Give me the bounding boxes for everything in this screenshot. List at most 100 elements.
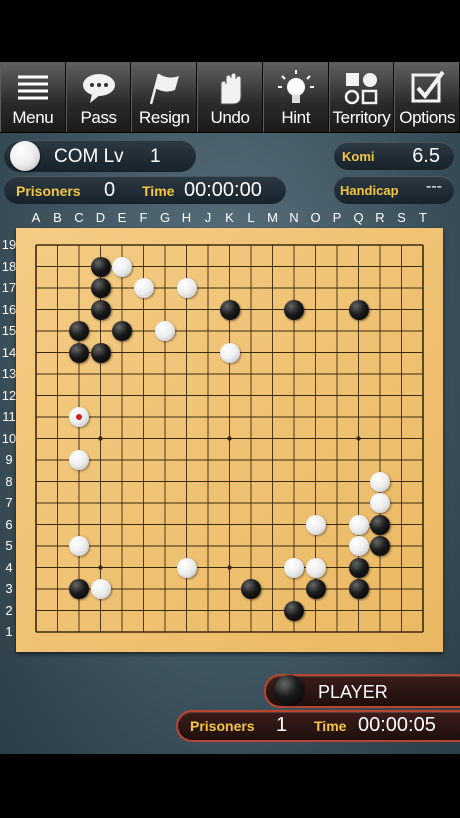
column-label: G (159, 210, 171, 225)
column-label: R (375, 210, 385, 225)
resign-label: Resign (139, 108, 190, 127)
black-stone (69, 342, 89, 363)
black-stone (241, 579, 261, 599)
row-label: 12 (1, 387, 17, 403)
star-point (98, 565, 103, 570)
column-label: N (289, 210, 299, 225)
handicap-value: --- (426, 178, 442, 195)
territory-icon (345, 73, 378, 105)
column-label: H (181, 210, 192, 225)
black-stone (90, 256, 111, 277)
options-button[interactable]: Options (394, 62, 460, 132)
black-stone (90, 342, 111, 363)
star-point (227, 565, 232, 570)
row-label: 17 (1, 280, 17, 295)
resign-button[interactable]: Resign (131, 62, 198, 132)
game-screen: Menu Pass Resign Undo Hint Territory Options C… (0, 62, 460, 754)
black-stone (348, 557, 369, 578)
black-stone (348, 299, 369, 320)
com-time-label: Time (142, 183, 175, 199)
black-stone (370, 514, 390, 535)
row-label: 14 (1, 344, 17, 360)
komi-label: Komi (342, 149, 375, 164)
player-prisoners-value: 1 (276, 714, 288, 736)
black-stone (90, 299, 111, 320)
com-prisoners-value: 0 (104, 179, 116, 201)
column-label: M (267, 210, 278, 225)
territory-button[interactable]: Territory (328, 62, 395, 132)
black-stone (90, 278, 111, 298)
white-stone (305, 514, 326, 535)
go-board[interactable] (16, 228, 443, 652)
white-stone (284, 557, 304, 578)
flag-icon (150, 73, 180, 105)
column-label: J (204, 210, 212, 225)
hint-label: Hint (281, 108, 311, 127)
row-label: 3 (5, 581, 13, 596)
column-label: Q (353, 210, 364, 225)
menu-button[interactable]: Menu (0, 62, 66, 132)
hand-icon (220, 72, 242, 105)
pass-button[interactable]: Pass (65, 62, 132, 132)
row-label: 2 (5, 602, 13, 618)
black-stone (69, 579, 89, 599)
game-handicap-panel: Handicap --- (334, 176, 454, 204)
speech-bubble-icon (82, 74, 115, 103)
white-stone (348, 536, 369, 556)
white-stone (370, 493, 390, 513)
options-label: Options (399, 108, 456, 127)
white-stone (219, 342, 240, 363)
black-stone (284, 299, 304, 320)
white-stone (69, 407, 89, 427)
row-label: 9 (5, 452, 13, 467)
com-level: 1 (150, 146, 161, 167)
com-stats-panel: Prisoners 0 Time 00:00:00 (4, 176, 286, 204)
checkbox-icon (411, 70, 445, 103)
last-move-marker (76, 414, 82, 420)
lightbulb-icon (277, 70, 314, 103)
row-label: 15 (1, 323, 17, 338)
column-label: F (139, 210, 148, 225)
hint-button[interactable]: Hint (262, 62, 329, 132)
player-name-panel: PLAYER (264, 674, 460, 708)
com-stone-icon (10, 141, 40, 171)
white-stone (112, 256, 132, 277)
column-label: T (419, 210, 427, 225)
player-time-label: Time (314, 718, 347, 734)
black-stone (112, 321, 132, 341)
star-point (98, 436, 103, 441)
black-stone (370, 536, 390, 556)
toolbar: Menu Pass Resign Undo Hint Territory Options (0, 62, 460, 133)
com-time-value: 00:00:00 (184, 179, 262, 201)
white-stone (348, 514, 369, 535)
column-label: B (53, 210, 62, 225)
row-label: 18 (1, 258, 17, 274)
white-stone (90, 579, 111, 599)
komi-value: 6.5 (412, 145, 440, 167)
com-label: COM Lv (54, 146, 124, 167)
column-label: K (225, 210, 234, 225)
column-label: D (95, 210, 106, 225)
player-time-value: 00:00:05 (358, 714, 436, 736)
row-label: 13 (1, 366, 17, 381)
player-stone-icon (274, 675, 304, 705)
menu-label: Menu (12, 108, 54, 127)
star-point (227, 436, 232, 441)
white-stone (176, 557, 197, 578)
player-label: PLAYER (318, 682, 388, 702)
star-point (356, 436, 361, 441)
row-label: 19 (1, 237, 17, 252)
black-stone (69, 321, 89, 341)
com-prisoners-label: Prisoners (16, 183, 81, 199)
column-label: C (74, 210, 84, 225)
game-komi-panel: Komi 6.5 (334, 142, 454, 170)
undo-button[interactable]: Undo (197, 62, 263, 132)
white-stone (155, 321, 175, 341)
player-prisoners-label: Prisoners (190, 718, 255, 734)
column-label: O (310, 210, 321, 225)
row-label: 10 (1, 430, 17, 446)
black-stone (284, 600, 304, 621)
territory-label: Territory (332, 108, 391, 127)
white-stone (69, 450, 89, 470)
white-stone (69, 536, 89, 556)
